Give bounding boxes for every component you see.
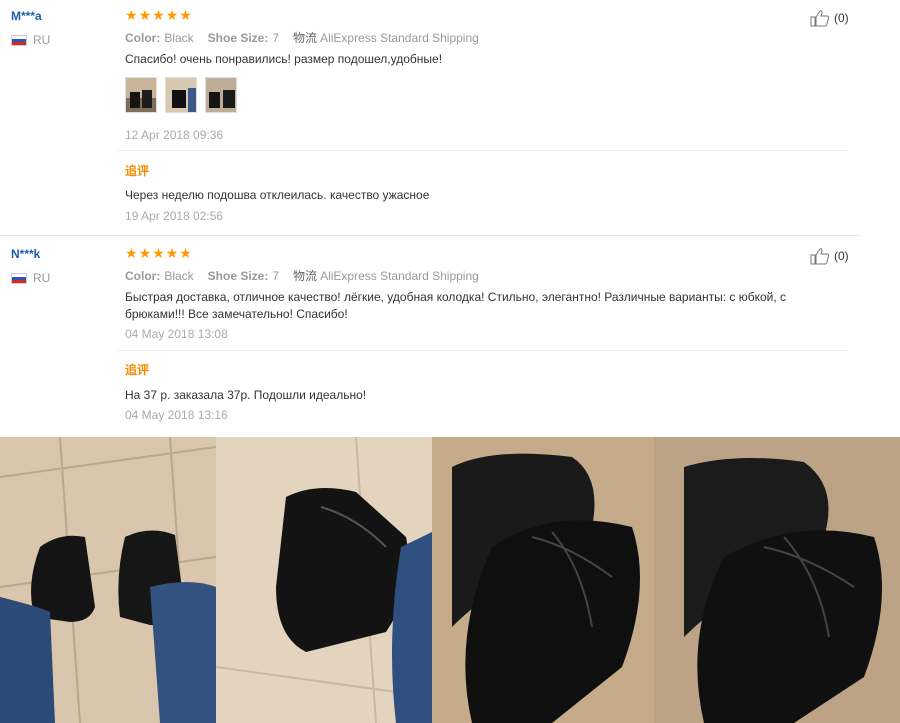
- divider: [118, 150, 848, 151]
- color-value: Black: [164, 30, 194, 45]
- size-label: Shoe Size:: [207, 30, 269, 45]
- review-photo-thumb[interactable]: [205, 77, 237, 113]
- reviewer-country: RU: [11, 271, 50, 285]
- size-value: 7: [272, 30, 280, 45]
- helpful-button[interactable]: (0): [810, 9, 849, 27]
- country-code: RU: [33, 33, 51, 47]
- reviewer-name[interactable]: M***a: [11, 9, 42, 23]
- star-icon: ★: [152, 245, 165, 261]
- thumbs-up-icon: [810, 248, 830, 265]
- review-divider: [0, 235, 860, 236]
- order-info: Color: Black Shoe Size: 7 物流 AliExpress …: [125, 29, 493, 46]
- size-value: 7: [272, 268, 280, 283]
- star-icon: ★: [125, 245, 138, 261]
- russia-flag-icon: [11, 272, 27, 284]
- review-photo-gallery: [0, 437, 900, 723]
- star-icon: ★: [179, 7, 192, 23]
- order-info: Color: Black Shoe Size: 7 物流 AliExpress …: [125, 267, 493, 284]
- shipping-value: AliExpress Standard Shipping: [320, 268, 479, 283]
- additional-feedback-date: 19 Apr 2018 02:56: [125, 209, 224, 223]
- reviewer-country: RU: [11, 33, 50, 47]
- star-rating: ★ ★ ★ ★ ★: [125, 8, 192, 22]
- review-photo-thumb[interactable]: [125, 77, 157, 113]
- additional-feedback-label: 追评: [125, 164, 150, 178]
- star-icon: ★: [138, 7, 152, 23]
- review-photo[interactable]: [0, 437, 216, 723]
- additional-feedback-label: 追评: [125, 363, 150, 377]
- star-icon: ★: [165, 245, 179, 261]
- review-photo[interactable]: [432, 437, 654, 723]
- shipping-label: 物流: [293, 269, 318, 283]
- star-rating: ★ ★ ★ ★ ★: [125, 246, 192, 260]
- review-photos: [125, 77, 237, 113]
- size-label: Shoe Size:: [207, 268, 269, 283]
- russia-flag-icon: [11, 34, 27, 46]
- additional-feedback-text: Через неделю подошва отклеилась. качеств…: [125, 188, 430, 202]
- star-icon: ★: [125, 7, 138, 23]
- additional-feedback-text: На 37 р. заказала 37р. Подошли идеально!: [125, 388, 367, 402]
- country-code: RU: [33, 271, 51, 285]
- color-value: Black: [164, 268, 194, 283]
- review-date: 04 May 2018 13:08: [125, 327, 228, 341]
- color-label: Color:: [125, 30, 161, 45]
- star-icon: ★: [179, 245, 192, 261]
- review-date: 12 Apr 2018 09:36: [125, 128, 224, 142]
- shipping-value: AliExpress Standard Shipping: [320, 30, 479, 45]
- helpful-button[interactable]: (0): [810, 247, 849, 265]
- review-text: Быстрая доставка, отличное качество! лёг…: [125, 290, 787, 321]
- star-icon: ★: [152, 7, 165, 23]
- helpful-count: (0): [834, 11, 849, 25]
- reviewer-name[interactable]: N***k: [11, 247, 40, 261]
- divider: [118, 350, 848, 351]
- star-icon: ★: [138, 245, 152, 261]
- thumbs-up-icon: [810, 10, 830, 27]
- review-photo-thumb[interactable]: [165, 77, 197, 113]
- review-photo[interactable]: [654, 437, 900, 723]
- helpful-count: (0): [834, 249, 849, 263]
- color-label: Color:: [125, 268, 161, 283]
- review-text: Спасибо! очень понравились! размер подош…: [125, 52, 443, 66]
- review-photo[interactable]: [216, 437, 432, 723]
- additional-feedback-date: 04 May 2018 13:16: [125, 408, 228, 422]
- star-icon: ★: [165, 7, 179, 23]
- shipping-label: 物流: [293, 31, 318, 45]
